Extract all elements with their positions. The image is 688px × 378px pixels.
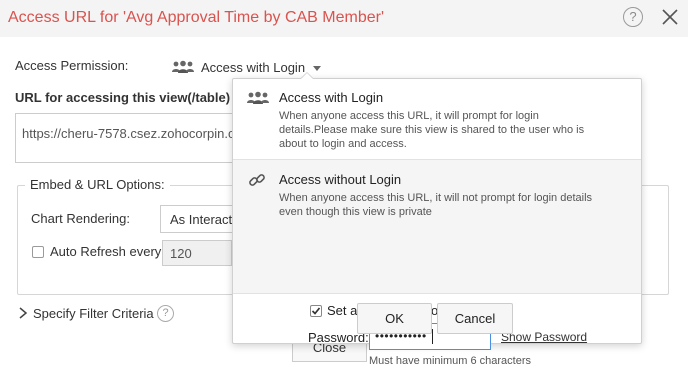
- close-icon[interactable]: [659, 6, 681, 28]
- show-password-link[interactable]: Show Password: [501, 330, 587, 344]
- chart-rendering-value: As Interact: [170, 212, 233, 227]
- option-access-with-login[interactable]: Access with Login When anyone access thi…: [233, 79, 641, 159]
- option-description: When anyone access this URL, it will pro…: [279, 110, 585, 150]
- filter-criteria-toggle[interactable]: Specify Filter Criteria: [33, 306, 154, 321]
- filter-help-icon[interactable]: ?: [157, 305, 174, 322]
- text-cursor: [432, 329, 433, 344]
- chevron-down-icon: [313, 65, 322, 71]
- users-icon: [247, 91, 269, 104]
- embed-options-legend: Embed & URL Options:: [25, 177, 170, 192]
- auto-refresh-checkbox[interactable]: [32, 246, 44, 258]
- auto-refresh-value: 120: [170, 246, 192, 261]
- users-icon: [172, 60, 194, 73]
- chart-rendering-select[interactable]: As Interact: [160, 205, 240, 233]
- access-permission-label: Access Permission:: [15, 58, 129, 73]
- access-permission-value: Access with Login: [201, 59, 306, 75]
- popup-pointer-inner: [301, 73, 313, 79]
- dialog-title: Access URL for 'Avg Approval Time by CAB…: [8, 9, 385, 26]
- password-hint: Must have minimum 6 characters: [369, 355, 531, 367]
- chart-rendering-label: Chart Rendering:: [31, 211, 130, 226]
- link-icon: [249, 174, 265, 186]
- url-value: https://cheru-7578.csez.zohocorpin.c: [22, 126, 235, 141]
- auto-refresh-input[interactable]: 120: [162, 240, 232, 266]
- dialog-titlebar: Access URL for 'Avg Approval Time by CAB…: [0, 0, 688, 37]
- option-title: Access with Login: [279, 90, 384, 105]
- help-icon[interactable]: ?: [623, 7, 643, 27]
- cancel-button[interactable]: Cancel: [437, 303, 513, 334]
- option-description: When anyone access this URL, it will not…: [279, 192, 593, 218]
- url-field[interactable]: https://cheru-7578.csez.zohocorpin.c: [15, 113, 237, 163]
- set-password-checkbox[interactable]: [310, 305, 322, 317]
- access-permission-dropdown[interactable]: Access with Login: [171, 58, 322, 76]
- option-title: Access without Login: [279, 172, 402, 187]
- chevron-right-icon[interactable]: [18, 306, 28, 320]
- url-label: URL for accessing this view(/table) inde: [15, 90, 240, 105]
- checkmark-icon: [311, 307, 321, 315]
- ok-button[interactable]: OK: [357, 303, 432, 334]
- auto-refresh-label: Auto Refresh every: [50, 244, 162, 259]
- access-permission-popup: Access with Login When anyone access thi…: [232, 78, 642, 367]
- option-access-without-login[interactable]: Access without Login When anyone access …: [233, 159, 641, 367]
